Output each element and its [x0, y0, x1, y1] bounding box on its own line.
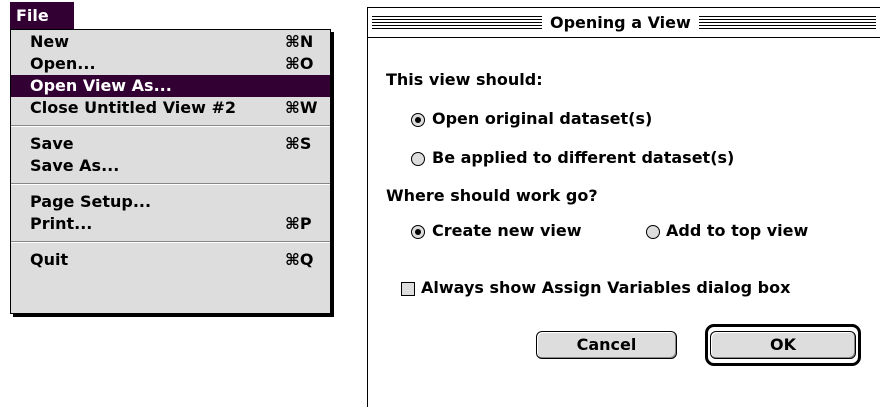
menu-item-open-view-as[interactable]: Open View As... [11, 75, 330, 97]
radio-create-new-view[interactable] [411, 225, 425, 239]
radio-open-original-label[interactable]: Open original dataset(s) [432, 109, 652, 128]
dialog-title: Opening a View [542, 10, 699, 36]
menu-item-page-setup[interactable]: Page Setup... [11, 191, 330, 213]
radio-add-to-top-view-label[interactable]: Add to top view [666, 221, 808, 240]
radio-apply-different-label[interactable]: Be applied to different dataset(s) [432, 148, 734, 167]
ok-button[interactable]: OK [710, 331, 856, 359]
menu-item-label: Print... [30, 214, 93, 233]
menu-item-label: Open View As... [30, 76, 172, 95]
radio-apply-different[interactable] [411, 152, 425, 166]
radio-create-new-view-label[interactable]: Create new view [432, 221, 582, 240]
question-view-should: This view should: [386, 70, 543, 89]
radio-open-original[interactable] [411, 113, 425, 127]
always-show-checkbox-label[interactable]: Always show Assign Variables dialog box [421, 278, 790, 297]
menu-item-print[interactable]: Print... ⌘P [11, 213, 330, 235]
opening-a-view-dialog: Opening a View This view should: Open or… [367, 7, 880, 407]
menu-item-shortcut: ⌘P [285, 214, 312, 233]
cancel-button[interactable]: Cancel [536, 331, 677, 359]
menu-item-shortcut: ⌘W [285, 98, 318, 117]
menu-item-label: Open... [30, 54, 96, 73]
file-menu-title[interactable]: File [10, 2, 74, 29]
menu-item-label: New [30, 32, 70, 51]
question-where-work: Where should work go? [386, 186, 598, 205]
menu-item-shortcut: ⌘Q [285, 250, 314, 269]
menu-item-save[interactable]: Save ⌘S [11, 133, 330, 155]
menu-item-shortcut: ⌘O [285, 54, 314, 73]
menu-item-label: Page Setup... [30, 192, 152, 211]
menu-item-label: Save As... [30, 156, 120, 175]
menu-separator [11, 183, 330, 185]
menu-item-quit[interactable]: Quit ⌘Q [11, 249, 330, 271]
menu-item-open[interactable]: Open... ⌘O [11, 53, 330, 75]
file-menu: New ⌘N Open... ⌘O Open View As... Close … [10, 29, 331, 314]
menu-item-close-view[interactable]: Close Untitled View #2 ⌘W [11, 97, 330, 119]
menu-item-label: Quit [30, 250, 69, 269]
menu-separator [11, 241, 330, 243]
menu-item-label: Save [30, 134, 74, 153]
menu-item-shortcut: ⌘N [285, 32, 314, 51]
menu-separator [11, 125, 330, 127]
radio-add-to-top-view[interactable] [646, 225, 660, 239]
menu-item-shortcut: ⌘S [285, 134, 312, 153]
menu-item-new[interactable]: New ⌘N [11, 31, 330, 53]
menu-item-save-as[interactable]: Save As... [11, 155, 330, 177]
always-show-checkbox[interactable] [401, 282, 415, 296]
menu-item-label: Close Untitled View #2 [30, 98, 237, 117]
